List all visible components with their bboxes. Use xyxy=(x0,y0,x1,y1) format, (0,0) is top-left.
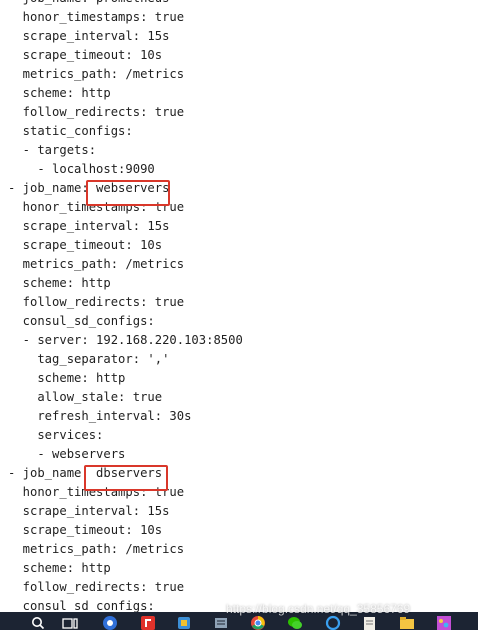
folder-icon[interactable] xyxy=(399,615,415,630)
code-line: consul_sd_configs: xyxy=(8,314,155,328)
code-line: - server: 192.168.220.103:8500 xyxy=(8,333,243,347)
code-line: follow_redirects: true xyxy=(8,295,185,309)
code-line: metrics_path: /metrics xyxy=(8,542,185,556)
code-line: follow_redirects: true xyxy=(8,580,185,594)
foxit-icon[interactable] xyxy=(140,615,156,630)
code-line: scrape_interval: 15s xyxy=(8,29,170,43)
wechat-icon[interactable] xyxy=(287,615,303,630)
code-line: - job_name: prometheus xyxy=(8,0,169,8)
circle-app-icon[interactable] xyxy=(325,615,341,630)
chrome-icon[interactable] xyxy=(250,615,266,630)
paint-icon[interactable] xyxy=(436,615,452,630)
code-line: scrape_timeout: 10s xyxy=(8,238,163,252)
code-line: tag_separator: ',' xyxy=(8,352,170,366)
chrome-icon[interactable] xyxy=(102,615,118,630)
notepad-icon[interactable] xyxy=(362,615,378,630)
code-line: static_configs: xyxy=(8,124,133,138)
code-line: scheme: http xyxy=(8,86,111,100)
code-line: - webservers xyxy=(8,447,126,461)
code-line: honor_timestamps: true xyxy=(8,10,185,24)
code-line: scrape_timeout: 10s xyxy=(8,48,163,62)
code-line: allow_stale: true xyxy=(8,390,163,404)
task-view-icon[interactable] xyxy=(62,615,78,630)
code-line: scrape_interval: 15s xyxy=(8,219,170,233)
code-line: services: xyxy=(8,428,104,442)
watermark-text: https://blog.csdn.net/qq_35856769 xyxy=(226,602,411,616)
code-line: scheme: http xyxy=(8,371,126,385)
code-line: - targets: xyxy=(8,143,97,157)
code-line: metrics_path: /metrics xyxy=(8,257,185,271)
code-line: - job_name: webservers xyxy=(8,181,170,195)
code-line: scrape_interval: 15s xyxy=(8,504,170,518)
app-icon[interactable] xyxy=(176,615,192,630)
code-line: scrape_timeout: 10s xyxy=(8,523,163,537)
code-line: metrics_path: /metrics xyxy=(8,67,185,81)
code-line: honor_timestamps: true xyxy=(8,200,185,214)
code-line: scheme: http xyxy=(8,276,111,290)
code-line: honor_timestamps: true xyxy=(8,485,185,499)
code-line: - localhost:9090 xyxy=(8,162,155,176)
code-line: follow_redirects: true xyxy=(8,105,185,119)
code-line: refresh_interval: 30s xyxy=(8,409,192,423)
notes-icon[interactable] xyxy=(213,615,229,630)
code-line: - job_name: dbservers xyxy=(8,466,163,480)
code-line: scheme: http xyxy=(8,561,111,575)
search-icon[interactable] xyxy=(30,615,46,630)
